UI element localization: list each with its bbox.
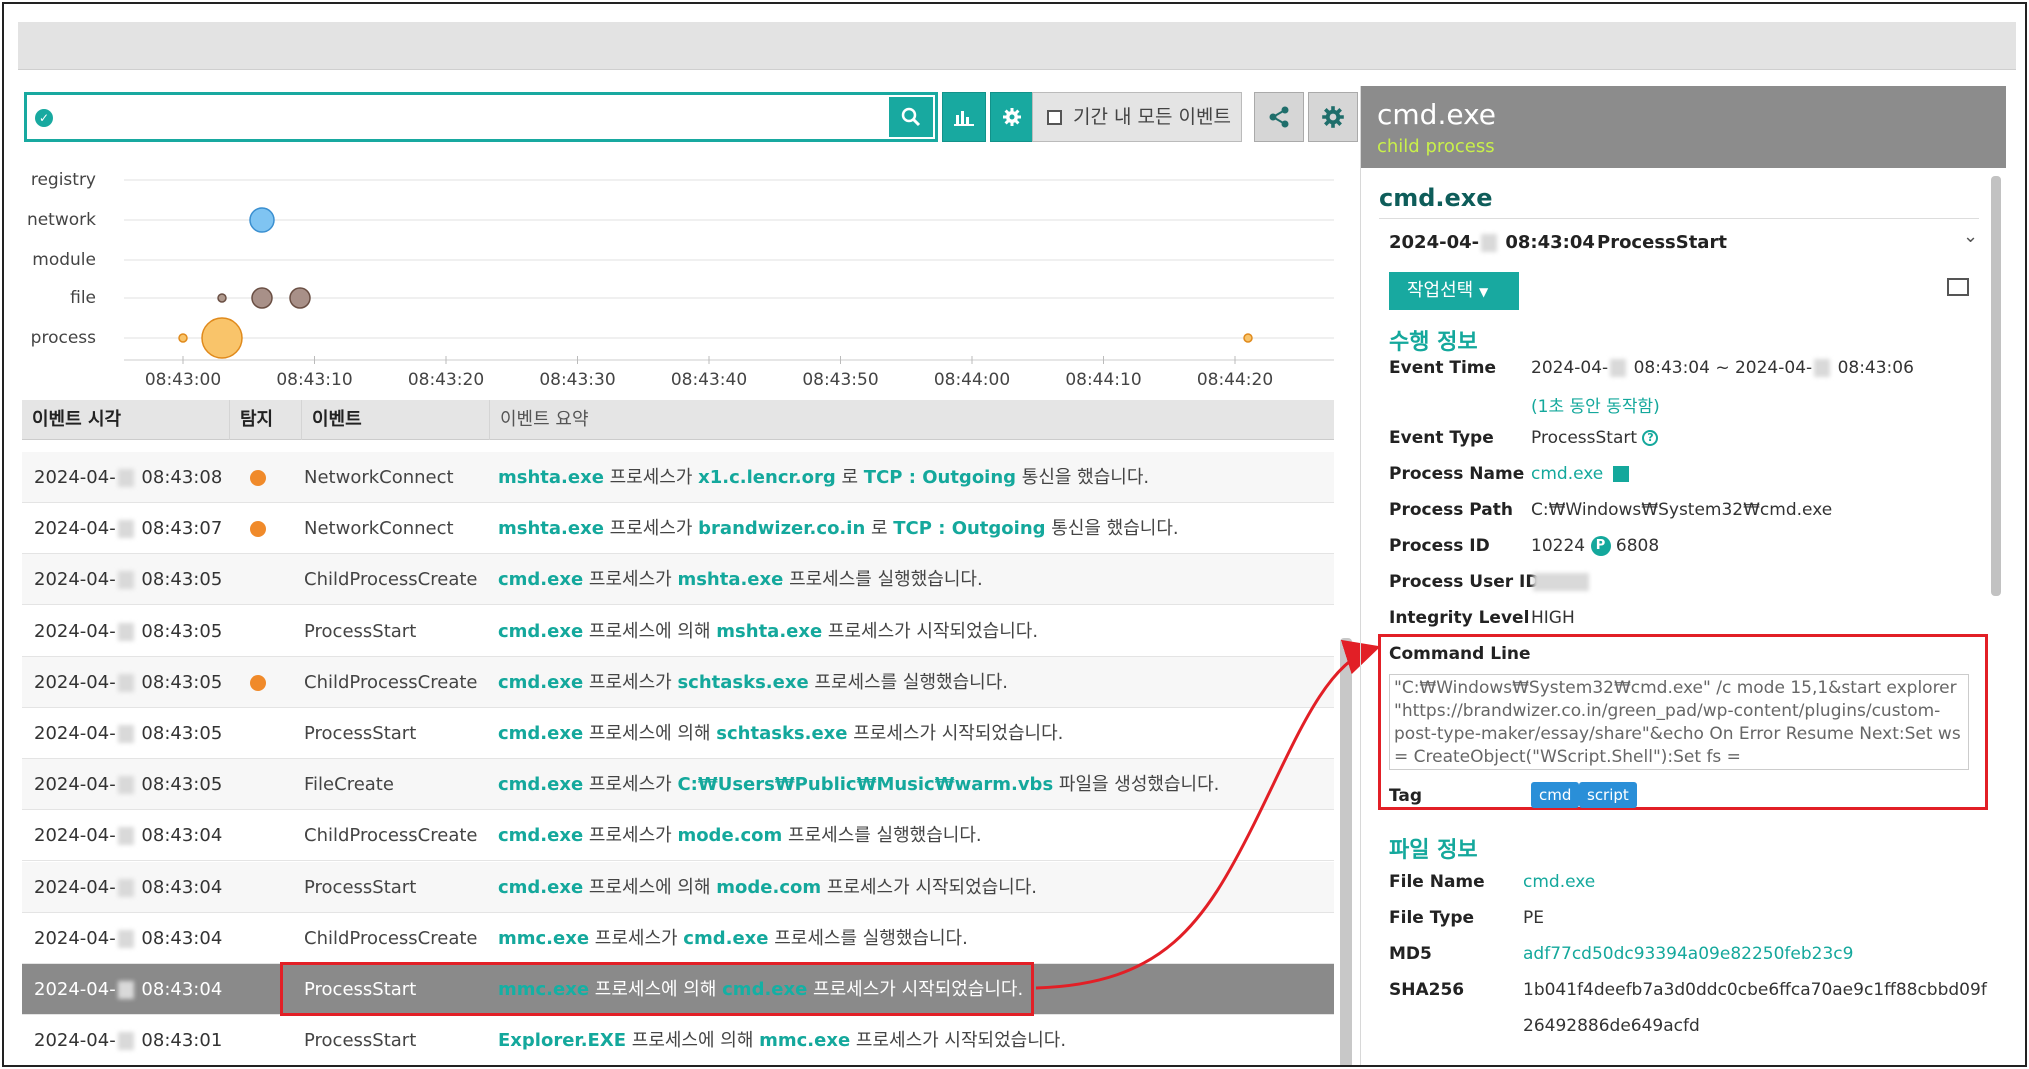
file-name-value[interactable]: cmd.exe [1523,872,1595,892]
process-user-label: Process User ID [1389,572,1540,592]
chevron-down-icon[interactable]: ⌄ [1963,226,1978,247]
process-path-label: Process Path [1389,500,1513,520]
command-line-label: Command Line [1389,644,1531,664]
event-duration-note: (1초 동안 동작함) [1531,397,1660,417]
md5-value[interactable]: adf77cd50dc93394a09e82250feb23c9 [1523,944,1853,964]
detail-panel: cmd.exe child process cmd.exe 2024-04- 0… [1360,86,2006,1065]
file-type-value: PE [1523,908,1544,928]
event-time-start: 2024-04- [1531,358,1609,378]
event-type-text: ProcessStart [1531,428,1638,448]
integrity-level-value: HIGH [1531,608,1575,628]
action-label: 작업선택 [1407,280,1474,301]
help-icon[interactable]: ? [1642,430,1659,446]
tag-label: Tag [1389,786,1423,806]
process-path-value: C:₩Windows₩System32₩cmd.exe [1531,500,1833,520]
execution-info-title: 수행 정보 [1389,330,1478,355]
caret-down-icon: ▼ [1478,285,1489,299]
detail-scrollbar[interactable] [1991,176,2001,596]
event-time-mid: 08:43:04 ~ 2024-04- [1633,358,1813,378]
process-name-value[interactable]: cmd.exe [1531,464,1630,484]
event-time-value: 2024-04- 08:43:04 ~ 2024-04- 08:43:06 [1531,358,1914,378]
parent-process-id: 6808 [1615,536,1660,556]
action-select-button[interactable]: 작업선택 ▼ [1389,272,1519,310]
sha256-label: SHA256 [1389,980,1465,1000]
redacted-mark [1610,359,1627,377]
date-time: 08:43:04 [1505,232,1595,253]
app-frame: ✓ 기간 내 모든 이벤트 registry network module file p… [2,2,2027,1067]
process-id-label: Process ID [1389,536,1490,556]
tag-cmd[interactable]: cmd [1531,782,1580,808]
external-link-icon[interactable] [1613,466,1630,482]
command-line-textarea[interactable]: "C:₩Windows₩System32₩cmd.exe" /c mode 15… [1389,674,1969,770]
file-name-label: File Name [1389,872,1485,892]
list-view-icon[interactable] [1947,278,1969,296]
file-type-label: File Type [1389,908,1475,928]
sha256-value-line2: 26492886de649acfd [1523,1016,1700,1036]
integrity-level-label: Integrity Level [1389,608,1530,628]
redacted-mark [1814,359,1831,377]
detail-event-type: ProcessStart [1597,232,1727,253]
event-type-label: Event Type [1389,428,1494,448]
process-name-label: Process Name [1389,464,1525,484]
file-info-title: 파일 정보 [1389,838,1478,863]
detail-header-subtitle: child process [1377,136,1495,157]
event-time-label: Event Time [1389,358,1497,378]
date-prefix: 2024-04- [1389,232,1480,253]
process-id-text: 10224 [1531,536,1586,556]
tag-script[interactable]: script [1579,782,1637,808]
process-name-text[interactable]: cmd.exe [1531,464,1603,484]
detail-header: cmd.exe child process [1361,86,2006,168]
process-id-value: 10224 P 6808 [1531,536,1659,556]
detail-title: cmd.exe [1379,184,1493,212]
sha256-value-line1: 1b041f4deefb7a3d0ddc0cbe6ffca70ae9c1ff88… [1523,980,1987,1000]
event-type-value: ProcessStart ? [1531,428,1659,448]
detail-date: 2024-04- 08:43:04 [1389,232,1595,253]
event-time-end: 08:43:06 [1837,358,1914,378]
redacted-mark [1481,234,1498,252]
md5-label: MD5 [1389,944,1432,964]
process-user-value [1531,572,1591,592]
detail-header-title: cmd.exe [1377,98,1497,131]
redacted-mark [1533,573,1589,591]
divider [1379,218,1979,219]
parent-process-badge[interactable]: P [1590,536,1611,556]
